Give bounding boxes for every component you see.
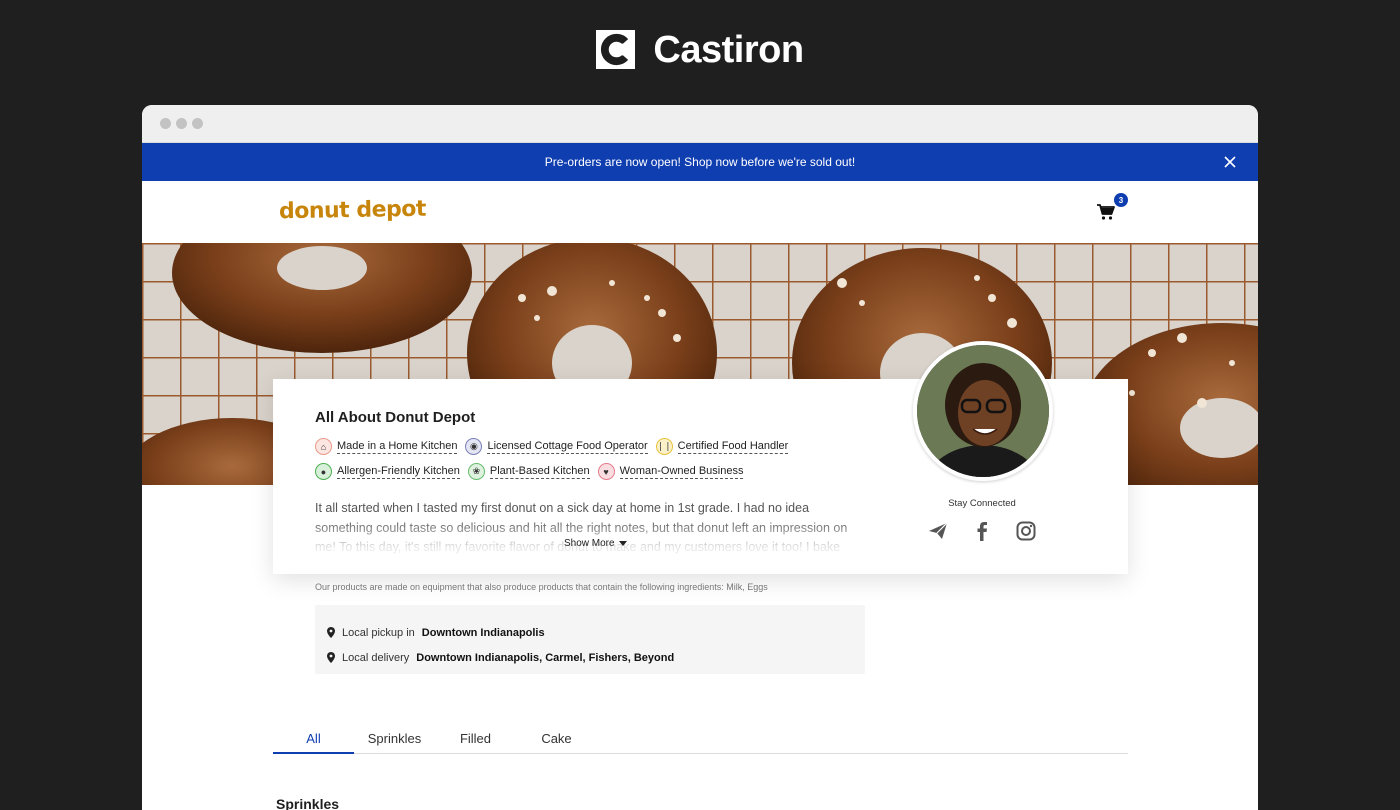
show-more-label: Show More (564, 538, 615, 549)
announcement-text: Pre-orders are now open! Shop now before… (544, 155, 856, 169)
badge-food-handler[interactable]: ❘❘ Certified Food Handler (655, 438, 789, 455)
badge-woman-owned[interactable]: ♥ Woman-Owned Business (597, 463, 744, 480)
window-dot (160, 118, 171, 129)
owner-avatar (913, 341, 1053, 481)
badge-label: Woman-Owned Business (619, 464, 744, 479)
stay-connected-label: Stay Connected (948, 498, 1016, 509)
facebook-icon[interactable] (971, 520, 993, 542)
tab-sprinkles[interactable]: Sprinkles (354, 723, 435, 753)
pickup-area: Downtown Indianapolis (421, 626, 545, 639)
utensils-icon: ❘❘ (655, 438, 673, 455)
location-pin-icon (327, 627, 335, 638)
pickup-row: Local pickup in Downtown Indianapolis (327, 620, 865, 645)
close-icon[interactable] (1220, 152, 1240, 172)
shield-icon: ◉ (465, 438, 483, 455)
badge-label: Certified Food Handler (677, 439, 789, 454)
instagram-icon[interactable] (1015, 520, 1037, 542)
browser-window: Pre-orders are now open! Shop now before… (142, 105, 1258, 810)
allergen-icon: ● (315, 463, 332, 480)
badge-row: ⌂ Made in a Home Kitchen ◉ Licensed Cott… (315, 438, 835, 455)
brand-name: Castiron (653, 28, 804, 71)
show-more-button[interactable]: Show More (564, 538, 627, 549)
sprout-icon: ❀ (467, 463, 485, 480)
heart-icon: ♥ (597, 463, 615, 480)
badge-allergen-friendly[interactable]: ● Allergen-Friendly Kitchen (315, 463, 460, 480)
location-pin-icon (327, 652, 335, 663)
castiron-logo-icon (596, 30, 636, 69)
badge-plant-based[interactable]: ❀ Plant-Based Kitchen (467, 463, 590, 480)
social-links (927, 520, 1037, 542)
badge-label: Made in a Home Kitchen (337, 439, 458, 454)
fulfillment-box: Local pickup in Downtown Indianapolis Lo… (315, 605, 865, 674)
cart-icon[interactable] (1096, 203, 1116, 221)
badge-list: ⌂ Made in a Home Kitchen ◉ Licensed Cott… (315, 438, 835, 488)
badge-home-kitchen[interactable]: ⌂ Made in a Home Kitchen (315, 438, 458, 455)
home-icon: ⌂ (315, 438, 332, 455)
site-header: donut depot 3 (142, 181, 1258, 243)
tab-filled[interactable]: Filled (435, 723, 516, 753)
tab-all[interactable]: All (273, 723, 354, 754)
about-title: All About Donut Depot (315, 409, 476, 426)
window-dot (176, 118, 187, 129)
announcement-bar: Pre-orders are now open! Shop now before… (142, 143, 1258, 181)
badge-label: Plant-Based Kitchen (489, 464, 590, 479)
store-logo[interactable]: donut depot (279, 197, 426, 225)
caret-down-icon (618, 541, 627, 546)
telegram-icon[interactable] (927, 520, 949, 542)
browser-chrome (142, 105, 1258, 143)
section-title: Sprinkles (276, 796, 340, 810)
badge-label: Allergen-Friendly Kitchen (337, 464, 460, 479)
delivery-row: Local delivery Downtown Indianapolis, Ca… (327, 645, 865, 670)
tab-cake[interactable]: Cake (516, 723, 597, 753)
allergen-note: Our products are made on equipment that … (315, 582, 768, 592)
category-tabs: All Sprinkles Filled Cake (273, 723, 1128, 754)
pickup-prefix: Local pickup in (342, 626, 415, 639)
brand-header: Castiron (0, 30, 1400, 69)
badge-label: Licensed Cottage Food Operator (487, 439, 648, 454)
badge-cottage-food[interactable]: ◉ Licensed Cottage Food Operator (465, 438, 648, 455)
delivery-area: Downtown Indianapolis, Carmel, Fishers, … (416, 651, 675, 664)
cart-count-badge: 3 (1114, 193, 1128, 207)
badge-row: ● Allergen-Friendly Kitchen ❀ Plant-Base… (315, 463, 835, 480)
window-dot (192, 118, 203, 129)
delivery-prefix: Local delivery (342, 651, 410, 664)
